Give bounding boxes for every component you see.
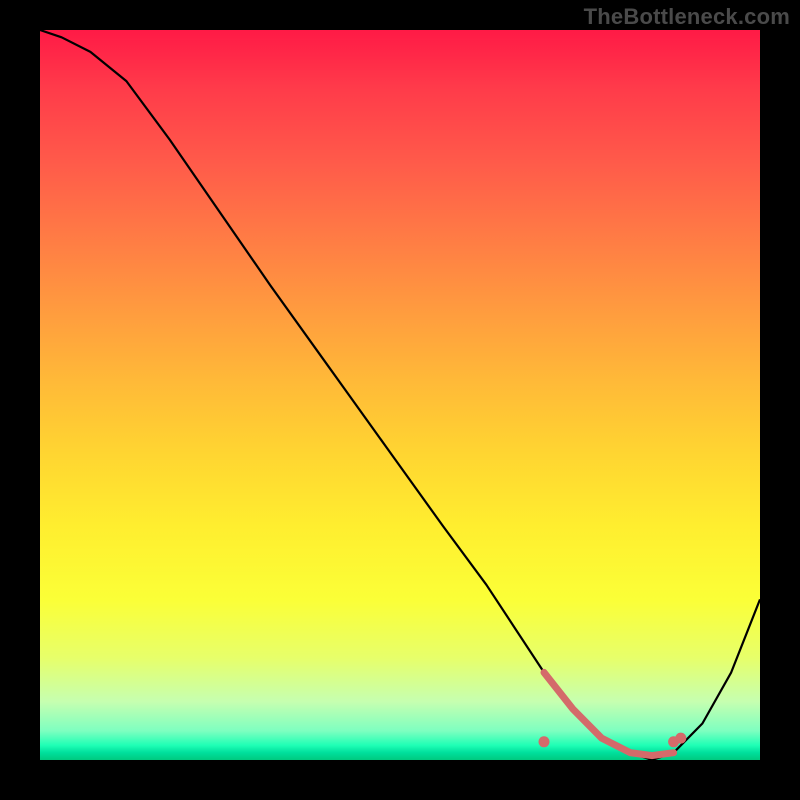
optimal-range-dot (539, 736, 550, 747)
curve-layer (40, 30, 760, 760)
optimal-range-ribbon (544, 672, 674, 755)
chart-frame: TheBottleneck.com (0, 0, 800, 800)
watermark-text: TheBottleneck.com (584, 4, 790, 30)
plot-area (40, 30, 760, 760)
optimal-range-dot (675, 733, 686, 744)
bottleneck-curve (40, 30, 760, 760)
